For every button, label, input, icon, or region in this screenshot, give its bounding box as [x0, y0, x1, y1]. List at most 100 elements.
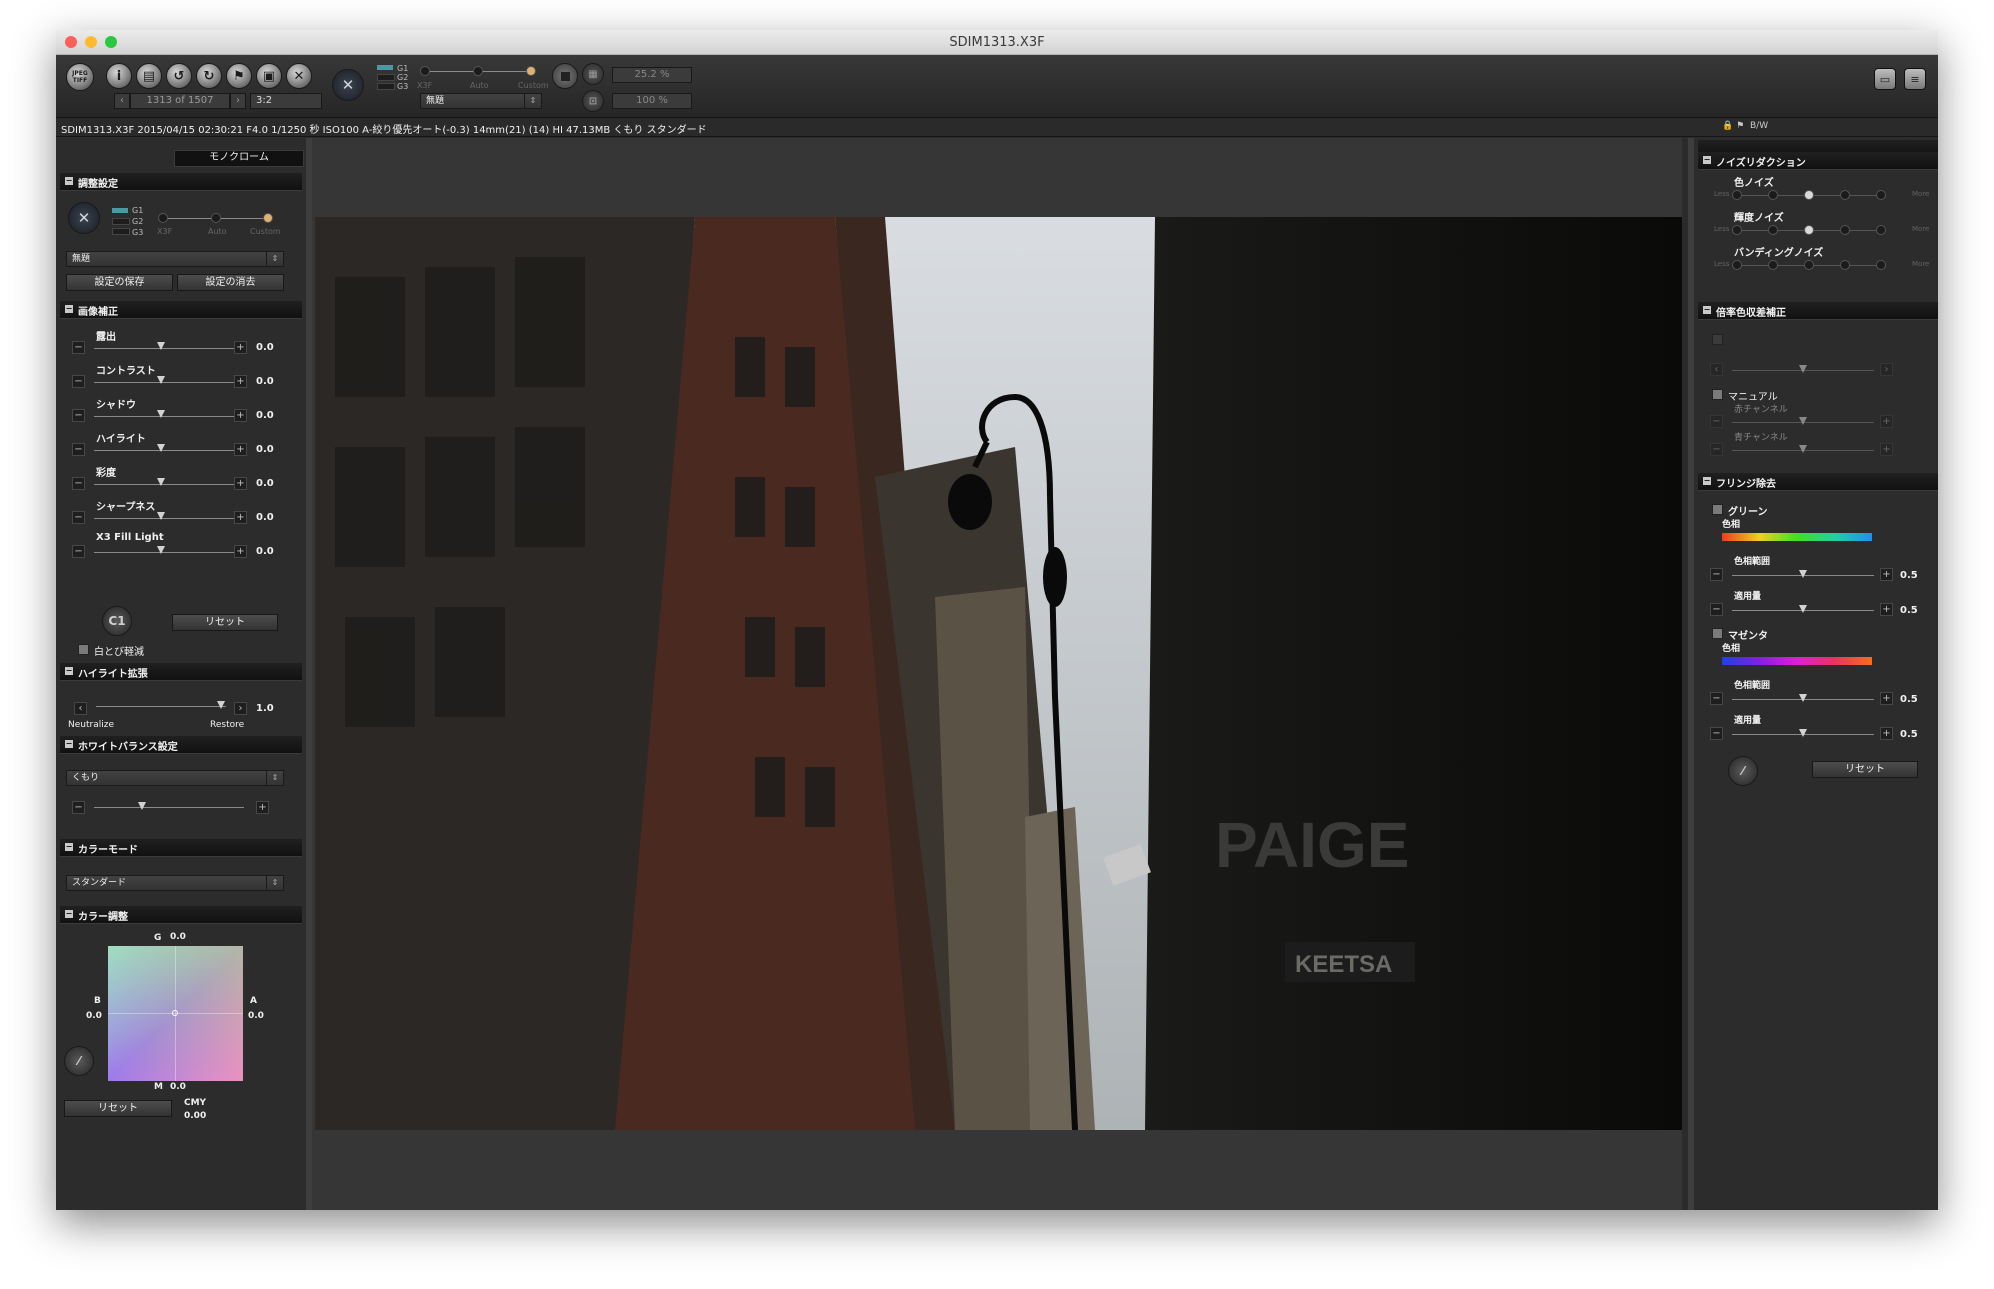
noise-level-dot[interactable] — [1768, 190, 1778, 200]
slider-thumb[interactable] — [157, 410, 165, 418]
wb-plus-button[interactable]: + — [256, 801, 269, 814]
x3f-mode-icon[interactable]: ✕ — [68, 202, 100, 234]
slider-plus-button[interactable]: + — [234, 409, 247, 422]
chroma-right-button[interactable]: › — [1880, 363, 1893, 376]
slider-track[interactable] — [94, 484, 236, 485]
blue-thumb[interactable] — [1799, 445, 1807, 453]
white-soft-checkbox[interactable] — [78, 644, 89, 655]
section-image-correction[interactable]: − 画像補正 — [60, 301, 302, 319]
slider-thumb[interactable] — [157, 478, 165, 486]
preset-select[interactable]: 無題 ⇕ — [66, 251, 284, 267]
delete-settings-button[interactable]: 設定の消去 — [177, 274, 284, 291]
green-fringe-checkbox[interactable] — [1712, 504, 1723, 515]
reset-color-button[interactable]: リセット — [64, 1100, 172, 1117]
white-balance-select[interactable]: くもり ⇕ — [66, 770, 284, 786]
grid-icon[interactable]: ▦ — [582, 63, 604, 85]
color-noise-row[interactable] — [1694, 190, 1938, 202]
noise-level-dot[interactable] — [1840, 190, 1850, 200]
next-file-button[interactable]: › — [230, 93, 246, 109]
section-color-mode[interactable]: − カラーモード — [60, 839, 302, 857]
highlight-right-button[interactable]: › — [234, 702, 247, 715]
slider-track[interactable] — [94, 382, 236, 383]
mode-x3f-knob[interactable] — [158, 213, 168, 223]
green-amount-thumb[interactable] — [1799, 605, 1807, 613]
rotate-left-icon[interactable]: ↺ — [166, 63, 192, 89]
photo-preview[interactable]: PAIGE KEETSA — [315, 217, 1682, 1130]
blue-plus-button[interactable]: + — [1880, 443, 1893, 456]
slider-minus-button[interactable]: − — [72, 477, 85, 490]
noise-level-dot[interactable] — [1876, 225, 1886, 235]
highlight-left-button[interactable]: ‹ — [74, 702, 87, 715]
auto-chroma-checkbox[interactable] — [1712, 334, 1723, 345]
wb-minus-button[interactable]: − — [72, 801, 85, 814]
tone-g3-indicator[interactable] — [112, 228, 130, 235]
toolbar-preset-select[interactable]: 無題 ⇕ — [420, 93, 542, 109]
section-adjust-settings[interactable]: − 調整設定 — [60, 173, 302, 191]
noise-level-dot[interactable] — [1732, 260, 1742, 270]
slider-plus-button[interactable]: + — [234, 545, 247, 558]
highlight-thumb[interactable] — [217, 701, 225, 709]
magenta-hue-gradient[interactable] — [1722, 657, 1872, 665]
eyedropper-icon[interactable]: ⁄ — [1728, 756, 1758, 786]
slider-thumb[interactable] — [157, 376, 165, 384]
slider-thumb[interactable] — [157, 342, 165, 350]
zoom-100-value[interactable]: 100 % — [612, 93, 692, 109]
eyedropper-icon[interactable]: ⁄ — [64, 1046, 94, 1076]
green-range-thumb[interactable] — [1799, 570, 1807, 578]
green-amount-minus-button[interactable]: − — [1710, 603, 1723, 616]
tone-g2-indicator[interactable] — [112, 218, 130, 225]
prev-file-button[interactable]: ‹ — [114, 93, 130, 109]
noise-level-dot[interactable] — [1876, 260, 1886, 270]
magenta-fringe-checkbox[interactable] — [1712, 628, 1723, 639]
slider-minus-button[interactable]: − — [72, 511, 85, 524]
noise-level-dot[interactable] — [1768, 260, 1778, 270]
c1-icon[interactable]: C1 — [102, 606, 132, 636]
slider-plus-button[interactable]: + — [234, 477, 247, 490]
save-settings-button[interactable]: 設定の保存 — [66, 274, 173, 291]
manual-checkbox[interactable] — [1712, 389, 1723, 400]
slider-track[interactable] — [94, 348, 236, 349]
highlight-track[interactable] — [96, 706, 226, 707]
magenta-amount-plus-button[interactable]: + — [1880, 727, 1893, 740]
slider-plus-button[interactable]: + — [234, 341, 247, 354]
rotate-right-icon[interactable]: ↻ — [196, 63, 222, 89]
slider-plus-button[interactable]: + — [234, 511, 247, 524]
red-thumb[interactable] — [1799, 417, 1807, 425]
zoom-fit-icon[interactable]: ⊡ — [582, 90, 604, 112]
noise-level-dot[interactable] — [1804, 190, 1814, 200]
noise-level-dot[interactable] — [1876, 190, 1886, 200]
mode-custom-knob[interactable] — [526, 66, 536, 76]
wb-thumb[interactable] — [138, 802, 146, 810]
luminance-noise-row[interactable] — [1694, 225, 1938, 237]
magenta-amount-minus-button[interactable]: − — [1710, 727, 1723, 740]
color-adjust-grid[interactable] — [108, 946, 243, 1081]
zoom-fit-value[interactable]: 25.2 % — [612, 67, 692, 83]
tone-g1-indicator[interactable] — [112, 208, 128, 213]
lock-icon[interactable]: ▣ — [256, 63, 282, 89]
tone-g3-indicator[interactable] — [377, 83, 395, 90]
aspect-select[interactable]: 3:2 — [250, 93, 322, 109]
slider-track[interactable] — [94, 450, 236, 451]
red-plus-button[interactable]: + — [1880, 415, 1893, 428]
x3f-logo-icon[interactable]: ✕ — [332, 69, 364, 101]
section-chromatic-aberration[interactable]: − 倍率色収差補正 — [1698, 302, 1938, 320]
slider-minus-button[interactable]: − — [72, 341, 85, 354]
info-icon[interactable]: i — [106, 63, 132, 89]
slider-track[interactable] — [94, 416, 236, 417]
section-color-adjustment[interactable]: − カラー調整 — [60, 906, 302, 924]
section-white-balance[interactable]: − ホワイトバランス設定 — [60, 736, 302, 754]
slider-minus-button[interactable]: − — [72, 375, 85, 388]
reset-fringe-button[interactable]: リセット — [1812, 761, 1918, 778]
bw-flag-icon[interactable]: 🔒 ⚑ — [1722, 121, 1744, 131]
noise-level-dot[interactable] — [1840, 225, 1850, 235]
green-hue-gradient[interactable] — [1722, 533, 1872, 541]
slider-minus-button[interactable]: − — [72, 443, 85, 456]
chroma-thumb[interactable] — [1799, 365, 1807, 373]
section-highlight-extension[interactable]: − ハイライト拡張 — [60, 663, 302, 681]
magenta-amount-thumb[interactable] — [1799, 729, 1807, 737]
noise-level-dot[interactable] — [1768, 225, 1778, 235]
section-fringe-removal[interactable]: − フリンジ除去 — [1698, 473, 1938, 491]
print-icon[interactable]: ▤ — [136, 63, 162, 89]
slider-track[interactable] — [94, 518, 236, 519]
slider-track[interactable] — [94, 552, 236, 553]
